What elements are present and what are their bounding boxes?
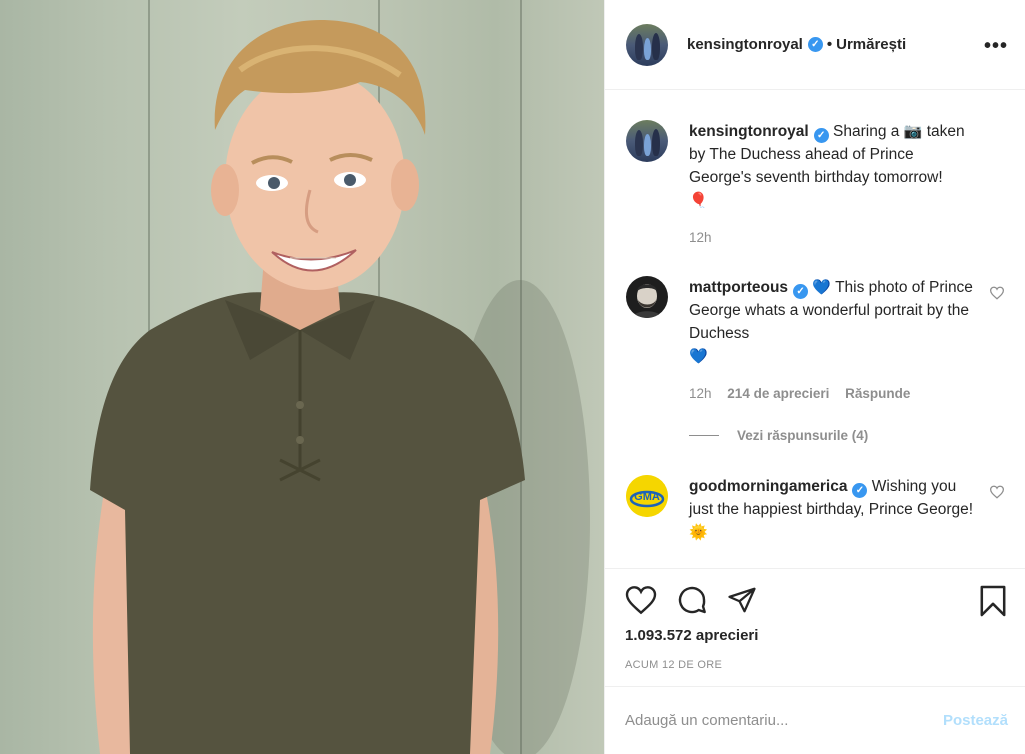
blue-heart-icon: 💙 [689,348,708,365]
comment-input[interactable] [625,712,925,729]
likes-count[interactable]: 1.093.572 aprecieri [625,627,758,644]
gma-logo-text: GMA [634,491,660,503]
commenter-avatar[interactable] [626,276,668,318]
replies-divider-line [689,435,719,436]
caption-username[interactable]: kensingtonroyal [689,123,809,140]
post-comment-button[interactable]: Postează [943,712,1008,729]
bookmark-icon[interactable] [979,584,1007,618]
caption-time[interactable]: 12h [689,230,712,245]
comment-username[interactable]: mattporteous [689,279,788,296]
view-replies-label: Vezi răspunsurile (4) [737,428,869,443]
comment-bubble-icon[interactable] [676,584,708,616]
comment-meta: 12h 214 de aprecieri Răspunde [689,386,922,401]
comment-like-heart-icon[interactable] [989,286,1005,300]
author-username[interactable]: kensingtonroyal [687,36,803,53]
post-details-panel: kensingtonroyal ✓ • Urmărești ••• kensin… [604,0,1025,754]
caption-avatar[interactable] [626,120,668,162]
reply-button[interactable]: Răspunde [845,386,910,401]
comment-username[interactable]: goodmorningamerica [689,478,847,495]
following-status-button[interactable]: Urmărești [836,36,906,53]
comment-text: goodmorningamerica ✓ Wishing you just the… [689,475,979,544]
boy-portrait-illustration [90,20,590,754]
verified-badge-icon: ✓ [852,483,868,498]
separator-dot: • [826,36,833,53]
comment-item: GMA goodmorningamerica ✓ Wishing you just… [626,475,1011,555]
view-replies-button[interactable]: Vezi răspunsurile (4) [689,428,868,443]
comments-list[interactable]: kensingtonroyal ✓ Sharing a 📷 taken by Th… [605,91,1025,568]
caption: kensingtonroyal ✓ Sharing a 📷 taken by Th… [626,120,1011,250]
heart-icon[interactable] [625,585,657,615]
post-timestamp[interactable]: ACUM 12 DE ORE [625,659,722,671]
caption-text: kensingtonroyal ✓ Sharing a 📷 taken by Th… [689,120,979,212]
add-comment-bar: Postează [605,686,1025,754]
verified-badge-icon: ✓ [813,128,829,143]
camera-icon: 📷 [903,123,923,140]
caption-meta: 12h [689,230,724,245]
verified-badge-icon: ✓ [793,284,809,299]
caption-text-part-1: Sharing a [833,123,900,140]
post-photo[interactable] [0,0,604,754]
post-actions: 1.093.572 aprecieri ACUM 12 DE ORE [605,568,1025,686]
sun-icon: 🌞 [689,524,708,541]
author-avatar[interactable] [626,23,668,66]
verified-badge-icon: ✓ [807,37,823,52]
ellipsis-icon[interactable]: ••• [984,35,1008,58]
comment-text: mattporteous ✓ 💙 This photo of Prince Geo… [689,276,979,368]
comment-time[interactable]: 12h [689,386,712,401]
blue-heart-icon: 💙 [812,279,832,296]
comment-likes-count[interactable]: 214 de aprecieri [727,386,829,401]
post-header: kensingtonroyal ✓ • Urmărești ••• [605,0,1025,90]
balloon-icon: 🎈 [689,192,708,209]
commenter-avatar[interactable]: GMA [626,475,668,517]
paper-plane-icon[interactable] [726,585,758,615]
comment-like-heart-icon[interactable] [989,485,1005,499]
comment-item: mattporteous ✓ 💙 This photo of Prince Geo… [626,276,1011,446]
